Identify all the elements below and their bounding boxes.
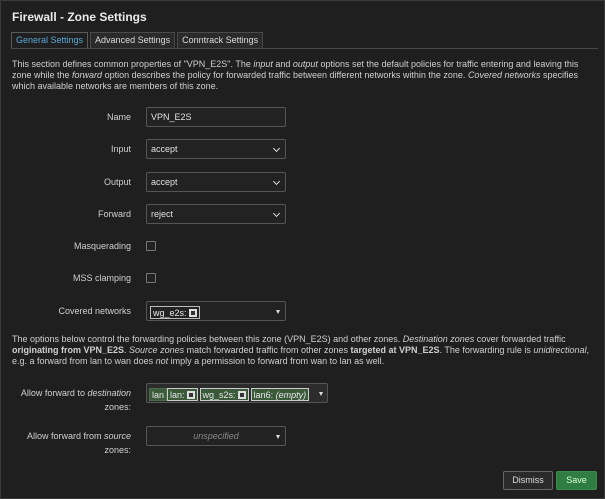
forward-policy-select[interactable]: reject (146, 204, 286, 224)
masquerading-checkbox[interactable] (146, 241, 156, 251)
output-policy-select[interactable]: accept (146, 172, 286, 192)
forward-policy-label: Forward (97, 209, 131, 219)
masquerading-label: Masquerading (73, 241, 131, 251)
zone-chip-lan6-label: lan6: (253, 390, 274, 400)
zone-chip-wg-s2s-label: wg_s2s: (202, 390, 236, 400)
network-icon (186, 391, 195, 399)
zone-chip-lan-net-label: lan: (170, 390, 185, 400)
dismiss-button[interactable]: Dismiss (503, 471, 553, 490)
forwarding-description: The options below control the forwarding… (12, 334, 589, 366)
zone-chip-wg-s2s: wg_s2s: (199, 388, 249, 401)
zone-chip-lan6: lan6: (empty) (250, 388, 310, 401)
allow-dest-select[interactable]: lan lan: wg_s2s: lan6: (empty) (146, 383, 328, 403)
allow-src-select[interactable]: unspecified (146, 426, 286, 446)
save-button[interactable]: Save (556, 471, 597, 490)
chevron-down-icon (276, 435, 280, 439)
dialog-title: Firewall - Zone Settings (12, 10, 147, 24)
tab-conntrack-settings[interactable]: Conntrack Settings (177, 32, 264, 48)
tab-advanced-settings[interactable]: Advanced Settings (90, 32, 176, 48)
input-policy-value: accept (151, 144, 178, 154)
covered-networks-select[interactable]: wg_e2s: (146, 301, 286, 321)
mss-clamping-checkbox[interactable] (146, 273, 156, 283)
section-description: This section defines common properties o… (12, 59, 579, 91)
tab-divider (11, 48, 598, 49)
output-policy-value: accept (151, 177, 178, 187)
output-policy-label: Output (103, 177, 131, 187)
chevron-down-icon (319, 392, 323, 396)
zone-chip-lan: lan (149, 388, 168, 401)
allow-src-label: Allow forward from source zones: (26, 431, 131, 455)
mss-clamping-label: MSS clamping (72, 273, 131, 283)
chevron-down-icon (276, 310, 280, 314)
zone-settings-dialog: Firewall - Zone Settings General Setting… (0, 0, 605, 499)
allow-src-placeholder: unspecified (193, 431, 239, 441)
allow-dest-label: Allow forward to destination zones: (20, 388, 131, 412)
name-label: Name (106, 112, 131, 122)
forward-policy-value: reject (151, 209, 174, 219)
tab-bar: General Settings Advanced Settings Connt… (11, 32, 265, 48)
zone-chip-empty-label: (empty) (275, 390, 307, 400)
input-policy-select[interactable]: accept (146, 139, 286, 159)
name-input[interactable]: VPN_E2S (146, 107, 286, 127)
covered-network-chip: wg_e2s: (150, 306, 200, 319)
network-icon (188, 309, 197, 317)
covered-networks-label: Covered networks (58, 306, 131, 316)
tab-general-settings[interactable]: General Settings (11, 32, 89, 48)
covered-network-chip-label: wg_e2s: (153, 308, 187, 318)
input-policy-label: Input (110, 144, 131, 154)
zone-chip-lan-net: lan: (167, 388, 198, 401)
network-icon (237, 391, 246, 399)
